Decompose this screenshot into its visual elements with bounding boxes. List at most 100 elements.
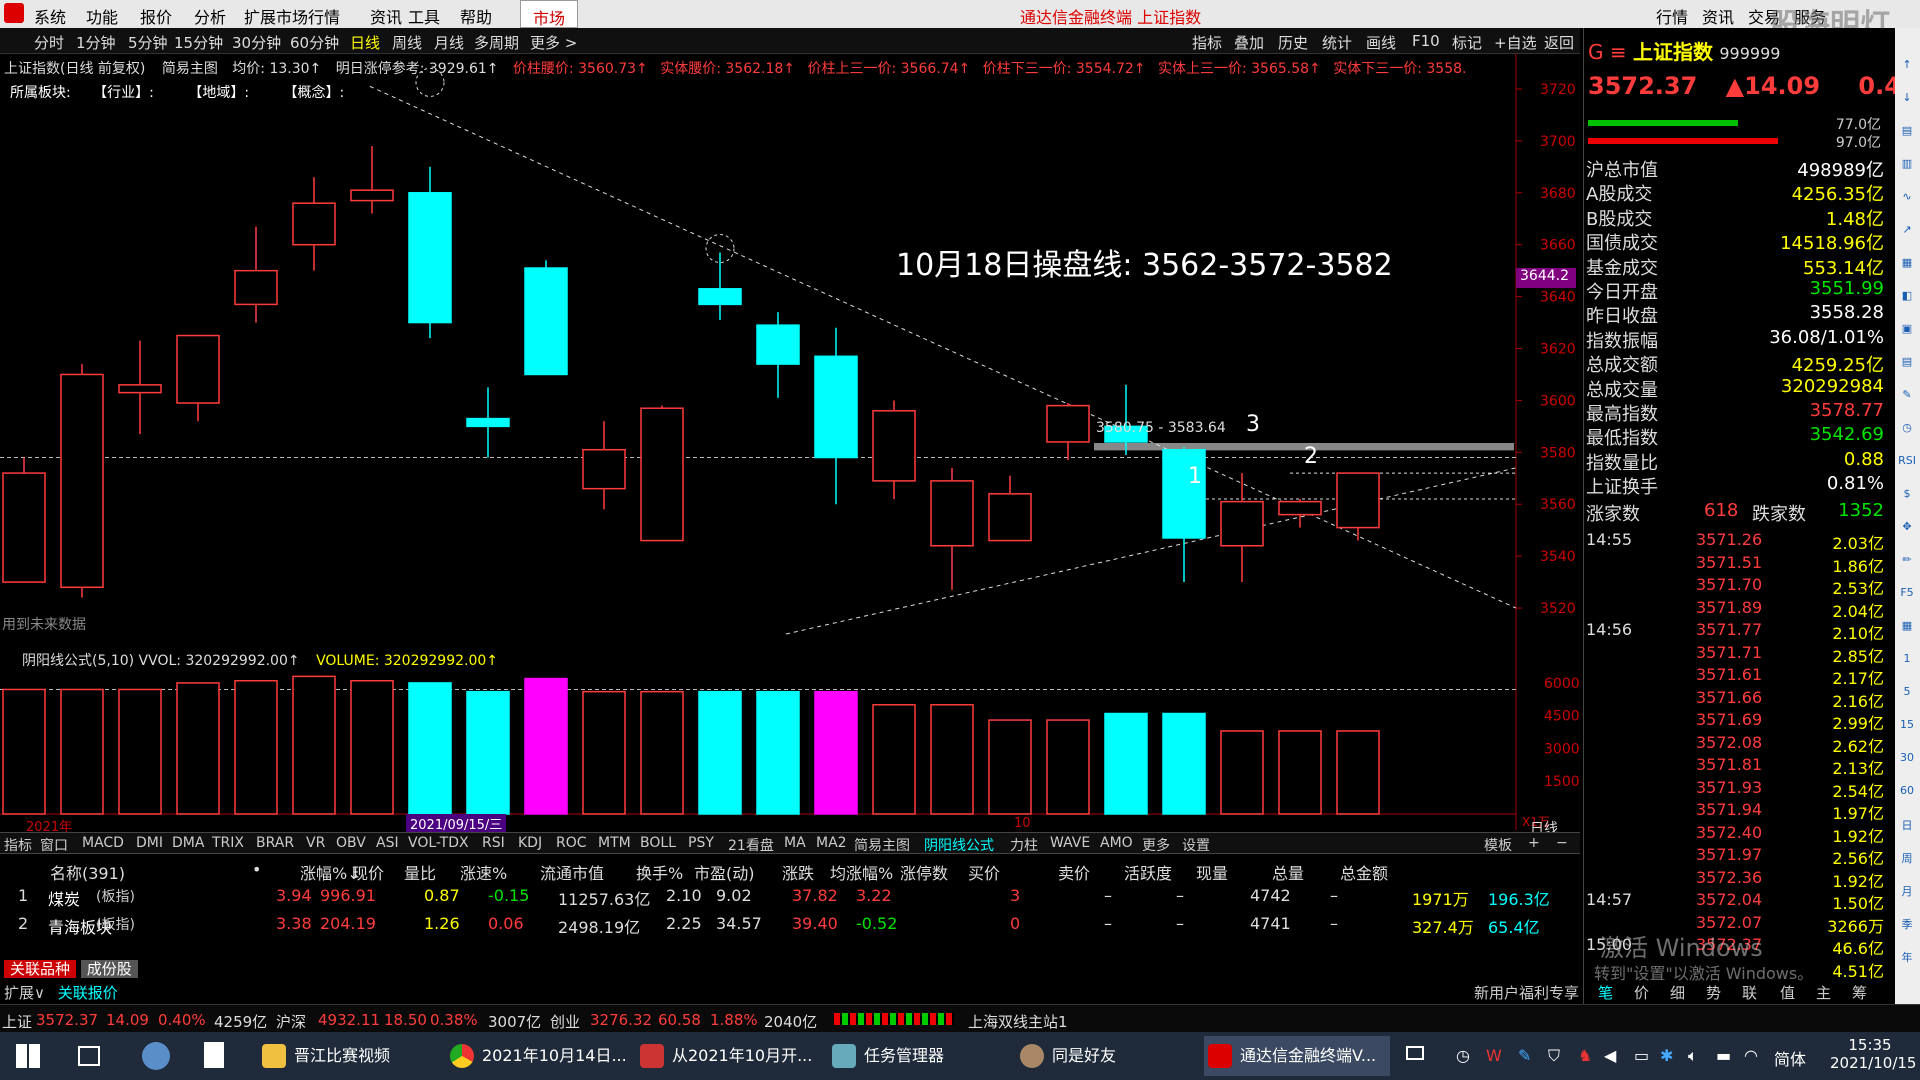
- tray-app-icon[interactable]: ♞: [1578, 1046, 1592, 1065]
- menu-quote[interactable]: 报价: [140, 4, 172, 28]
- table-header-cell[interactable]: 涨停数: [900, 860, 948, 884]
- ind-tab-more[interactable]: 更多: [1142, 835, 1170, 855]
- taskbar-app-folder[interactable]: 晋江比赛视频: [258, 1042, 390, 1072]
- tab-lian[interactable]: 联: [1742, 982, 1757, 1003]
- side-tool-icon[interactable]: 季: [1897, 916, 1917, 936]
- candlestick-chart[interactable]: 3720 3700 3680 3660 3640 3620 3600 3580 3560 3540…: [0, 54, 1580, 654]
- taskbar-app-chrome[interactable]: 2021年10月14日...: [446, 1042, 627, 1072]
- side-tool-icon[interactable]: ✏: [1897, 553, 1917, 573]
- side-tool-icon[interactable]: ▣: [1897, 322, 1917, 342]
- battery-icon[interactable]: ▬: [1716, 1046, 1731, 1065]
- taskbar-app-taskmgr[interactable]: 任务管理器: [828, 1042, 944, 1072]
- tool-history[interactable]: 历史: [1278, 32, 1308, 53]
- table-header-cell[interactable]: 总量: [1272, 860, 1304, 884]
- table-header-cell[interactable]: 现量: [1196, 860, 1228, 884]
- table-header-cell[interactable]: 量比: [404, 860, 436, 884]
- side-tool-icon[interactable]: $: [1897, 487, 1917, 507]
- period-5min[interactable]: 5分钟: [128, 32, 168, 53]
- tab-new-user[interactable]: 新用户福利专享: [1474, 982, 1579, 1003]
- clock-tray-icon[interactable]: ◷: [1456, 1046, 1470, 1065]
- side-tool-icon[interactable]: 15: [1897, 718, 1917, 738]
- menu-help[interactable]: 帮助: [460, 4, 492, 28]
- tab-shi[interactable]: 势: [1706, 982, 1721, 1003]
- volume-icon[interactable]: 🔈︎: [1688, 1046, 1698, 1066]
- tool-back[interactable]: 返回: [1544, 32, 1574, 53]
- table-header-cell[interactable]: 涨跌: [782, 860, 814, 884]
- ind-template[interactable]: 模板: [1484, 835, 1512, 855]
- ind-tab-obv[interactable]: OBV: [336, 835, 366, 851]
- menu-system[interactable]: 系统: [34, 4, 66, 28]
- ind-tab-rsi[interactable]: RSI: [482, 835, 505, 851]
- side-tool-icon[interactable]: 60: [1897, 784, 1917, 804]
- pen-tray-icon[interactable]: ✎: [1518, 1046, 1531, 1065]
- period-multi[interactable]: 多周期: [474, 32, 519, 53]
- browser-pinned-icon[interactable]: [142, 1042, 170, 1070]
- table-header-cell[interactable]: 总金额: [1340, 860, 1388, 884]
- status-server[interactable]: 上海双线主站1: [968, 1011, 1068, 1032]
- ind-tab-wave[interactable]: WAVE: [1050, 835, 1090, 851]
- menu-function[interactable]: 功能: [86, 4, 118, 28]
- tool-add-watchlist[interactable]: +自选: [1494, 32, 1537, 53]
- table-header-cell[interactable]: 流通市值: [540, 860, 604, 884]
- menu-tools[interactable]: 工具: [408, 4, 440, 28]
- tool-draw[interactable]: 画线: [1366, 32, 1396, 53]
- speaker-off-icon[interactable]: ◀: [1604, 1046, 1616, 1065]
- ime-indicator[interactable]: 简体: [1774, 1046, 1806, 1070]
- side-tool-icon[interactable]: ▤: [1897, 355, 1917, 375]
- keyboard-icon[interactable]: [1406, 1046, 1424, 1060]
- ind-tab-kdj[interactable]: KDJ: [518, 835, 542, 851]
- ind-tab-boll[interactable]: BOLL: [640, 835, 676, 851]
- ind-tab-dma[interactable]: DMA: [172, 835, 204, 851]
- ind-tab-asi[interactable]: ASI: [376, 835, 399, 851]
- ind-tab-indicator[interactable]: 指标: [4, 835, 32, 855]
- ind-tab-amo[interactable]: AMO: [1100, 835, 1133, 851]
- side-tool-icon[interactable]: ◷: [1897, 421, 1917, 441]
- tab-xi[interactable]: 细: [1670, 982, 1685, 1003]
- period-more[interactable]: 更多 >: [530, 32, 577, 53]
- table-header-cell[interactable]: 换手%: [636, 860, 683, 884]
- ind-tab-macd[interactable]: MACD: [82, 835, 124, 851]
- ind-remove-icon[interactable]: −: [1556, 835, 1568, 851]
- table-header-cell[interactable]: 均涨幅%: [830, 860, 893, 884]
- ind-tab-21kanpan[interactable]: 21看盘: [728, 835, 774, 855]
- side-tool-icon[interactable]: ↗: [1897, 223, 1917, 243]
- menu-right-news[interactable]: 资讯: [1702, 4, 1734, 28]
- ind-tab-trix[interactable]: TRIX: [212, 835, 244, 851]
- ind-tab-yinyang[interactable]: 阴阳线公式: [924, 835, 994, 855]
- period-1min[interactable]: 1分钟: [76, 32, 116, 53]
- side-tool-icon[interactable]: 5: [1897, 685, 1917, 705]
- ind-tab-mtm[interactable]: MTM: [598, 835, 631, 851]
- bluetooth-icon[interactable]: ✱: [1660, 1046, 1673, 1065]
- ind-tab-brar[interactable]: BRAR: [256, 835, 294, 851]
- side-tool-icon[interactable]: RSI: [1897, 454, 1917, 474]
- sector-region[interactable]: 【地域】:: [188, 85, 249, 101]
- side-tool-icon[interactable]: 1: [1897, 652, 1917, 672]
- table-header-cell[interactable]: •: [252, 860, 261, 879]
- subtab-related-quote[interactable]: 关联报价: [58, 984, 118, 1002]
- table-header-cell[interactable]: 活跃度: [1124, 860, 1172, 884]
- sector-concept[interactable]: 【概念】:: [284, 85, 345, 101]
- table-header-cell[interactable]: 现价: [352, 860, 384, 884]
- menu-analysis[interactable]: 分析: [194, 4, 226, 28]
- side-tool-icon[interactable]: 周: [1897, 850, 1917, 870]
- ind-tab-ma[interactable]: MA: [784, 835, 806, 851]
- table-header-cell[interactable]: 名称(391): [50, 860, 125, 884]
- side-tool-icon[interactable]: 30: [1897, 751, 1917, 771]
- period-fenshi[interactable]: 分时: [34, 32, 64, 53]
- sector-industry[interactable]: 【行业】:: [93, 85, 154, 101]
- ind-tab-window[interactable]: 窗口: [40, 835, 68, 855]
- tab-zhi[interactable]: 值: [1780, 982, 1795, 1003]
- table-header-cell[interactable]: 买价: [968, 860, 1000, 884]
- side-tool-icon[interactable]: 年: [1897, 949, 1917, 969]
- tab-zhu[interactable]: 主: [1816, 982, 1831, 1003]
- side-tool-icon[interactable]: ▦: [1897, 256, 1917, 276]
- menu-news[interactable]: 资讯: [370, 4, 402, 28]
- wps-tray-icon[interactable]: W: [1486, 1046, 1502, 1065]
- tab-bi[interactable]: 笔: [1598, 982, 1613, 1003]
- side-tool-icon[interactable]: ∿: [1897, 190, 1917, 210]
- period-daily[interactable]: 日线: [350, 32, 380, 53]
- side-tool-icon[interactable]: ▥: [1897, 157, 1917, 177]
- period-30min[interactable]: 30分钟: [232, 32, 281, 53]
- ind-tab-vr[interactable]: VR: [306, 835, 325, 851]
- side-tool-icon[interactable]: 月: [1897, 883, 1917, 903]
